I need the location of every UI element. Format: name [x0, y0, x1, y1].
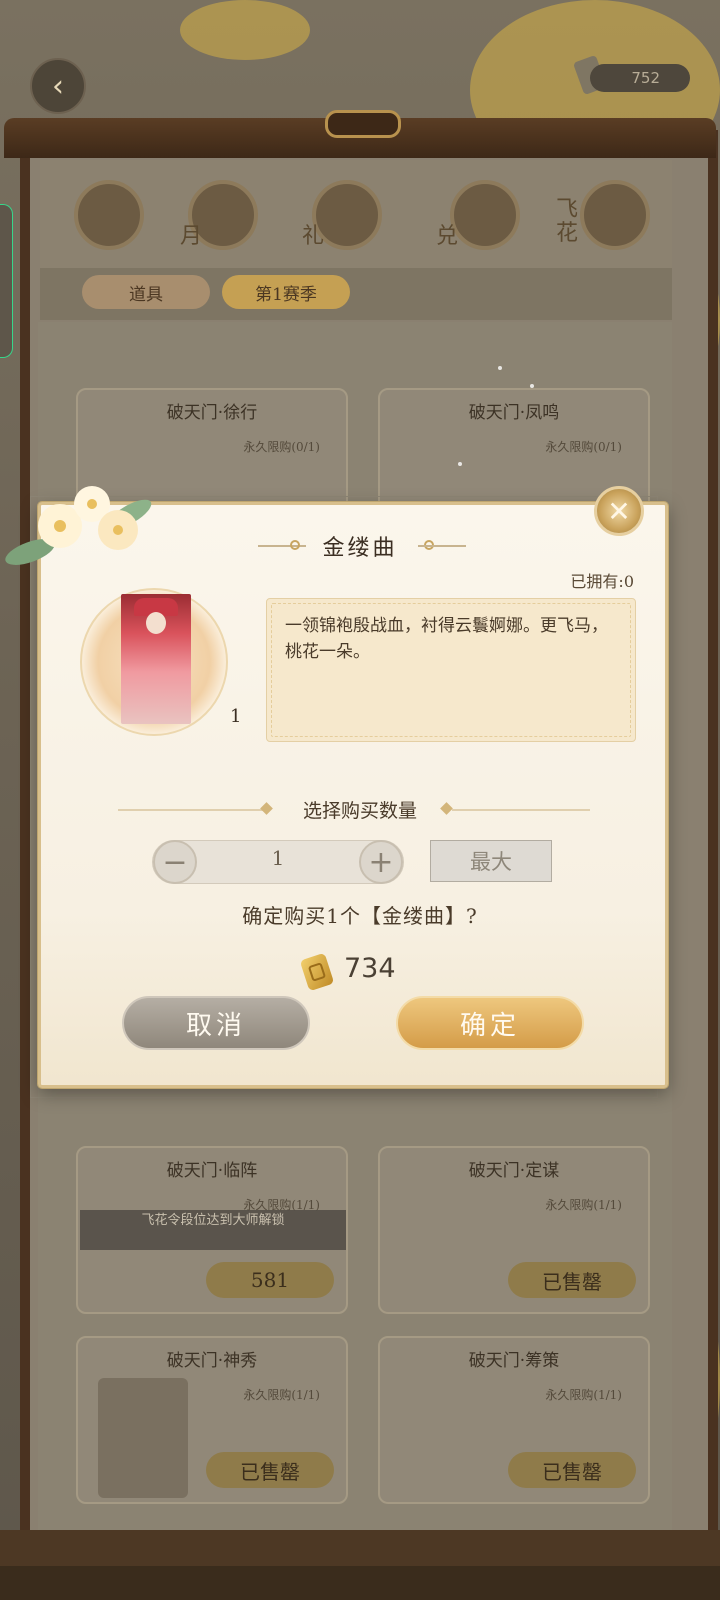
back-arrow-icon: ‹ [52, 68, 64, 104]
locked-overlay: 飞花令段位达到大师解锁 [80, 1210, 346, 1250]
sold-out-badge: 已售罄 [508, 1262, 636, 1298]
sub-tab-items[interactable]: 道具 [82, 275, 210, 309]
max-button[interactable]: 最大 [430, 840, 552, 882]
card-limit: 永久限购(0/1) [545, 440, 622, 454]
confirm-message: 确定购买1个【金缕曲】? [242, 904, 478, 928]
sparkle [498, 366, 502, 370]
cancel-button[interactable]: 取消 [122, 996, 310, 1050]
card-title: 破天门·筹策 [468, 1351, 560, 1371]
price-button[interactable]: 581 [206, 1262, 334, 1298]
category-label: 兑 [436, 224, 459, 249]
roof-ornament [325, 110, 401, 138]
card-title: 破天门·神秀 [166, 1351, 258, 1371]
sold-out-badge: 已售罄 [206, 1452, 334, 1488]
plus-icon: + [368, 844, 394, 880]
minus-icon: − [162, 844, 188, 880]
item-quantity: 1 [230, 706, 242, 727]
currency-balance: 752 [590, 64, 690, 92]
category-label: 月 [180, 224, 203, 249]
sparkle [530, 384, 534, 388]
quantity-input[interactable]: 1 [197, 846, 359, 870]
title-divider [418, 545, 466, 547]
shop-card[interactable]: 破天门·定谋 永久限购(1/1) 已售罄 [378, 1146, 650, 1314]
section-divider [452, 809, 590, 811]
card-title: 破天门·定谋 [468, 1161, 560, 1181]
category-tab-5[interactable] [580, 180, 650, 250]
decrease-button[interactable]: − [153, 840, 197, 884]
sold-out-badge: 已售罄 [508, 1452, 636, 1488]
card-limit: 永久限购(0/1) [243, 440, 320, 454]
category-label: 飞花 [556, 197, 579, 246]
card-limit: 永久限购(1/1) [243, 1388, 320, 1402]
card-title: 破天门·临阵 [166, 1161, 258, 1181]
card-limit: 永久限购(1/1) [545, 1198, 622, 1212]
dialog-title: 金缕曲 [322, 536, 398, 561]
category-label: 礼 [302, 224, 325, 249]
shop-card[interactable]: 破天门·临阵 永久限购(1/1) 飞花令段位达到大师解锁 581 [76, 1146, 348, 1314]
card-title: 破天门·徐行 [166, 403, 258, 423]
owned-count: 已拥有:0 [570, 572, 634, 591]
shop-card[interactable]: 破天门·筹策 永久限购(1/1) 已售罄 [378, 1336, 650, 1504]
sparkle [458, 462, 462, 466]
sub-tab-season[interactable]: 第1赛季 [222, 275, 350, 309]
category-tab-1[interactable] [74, 180, 144, 250]
item-image-face [146, 612, 166, 634]
increase-button[interactable]: + [359, 840, 403, 884]
close-button[interactable]: ✕ [594, 486, 644, 536]
card-thumbnail [98, 1378, 188, 1498]
category-tab-4[interactable] [450, 180, 520, 250]
description-text: 一领锦袍殷战血，衬得云鬟婀娜。更飞马，桃花一朵。 [285, 616, 608, 662]
price-value: 581 [250, 1268, 290, 1292]
total-cost: 734 [344, 953, 396, 984]
card-limit: 永久限购(1/1) [545, 1388, 622, 1402]
bottom-strip [0, 1566, 720, 1600]
blossom-decoration [180, 0, 310, 60]
quantity-header: 选择购买数量 [302, 800, 417, 822]
shop-card[interactable]: 破天门·神秀 永久限购(1/1) 已售罄 [76, 1336, 348, 1504]
card-title: 破天门·凤鸣 [468, 403, 560, 423]
side-drawer-handle[interactable] [0, 204, 13, 358]
close-icon: ✕ [607, 494, 631, 528]
back-button[interactable]: ‹ [30, 58, 86, 114]
item-description: 一领锦袍殷战血，衬得云鬟婀娜。更飞马，桃花一朵。 [266, 598, 636, 742]
confirm-button[interactable]: 确定 [396, 996, 584, 1050]
